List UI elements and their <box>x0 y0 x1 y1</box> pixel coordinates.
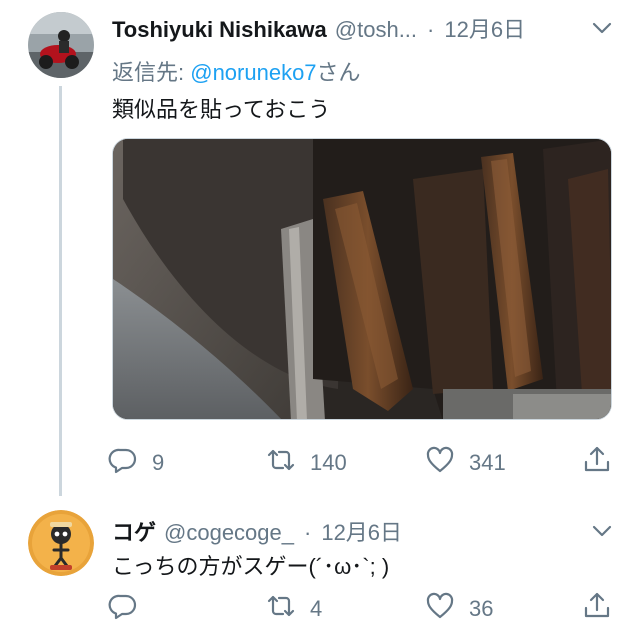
chevron-down-icon[interactable] <box>590 16 614 40</box>
tweet-1[interactable]: Toshiyuki Nishikawa @tosh... · 12月6日 返信先… <box>0 0 640 505</box>
share-icon <box>582 445 612 481</box>
reply-prefix: 返信先: <box>112 60 191 85</box>
retweet-icon <box>266 591 296 627</box>
tweet-date[interactable]: 12月6日 <box>444 12 525 44</box>
user-handle[interactable]: @tosh... <box>335 17 417 43</box>
retweet-icon <box>266 445 296 481</box>
user-handle[interactable]: @cogecoge_ <box>164 520 294 546</box>
reply-button[interactable]: 9 <box>108 446 164 480</box>
avatar-koge[interactable] <box>28 510 94 576</box>
tweet-2-header: コゲ @cogecoge_ · 12月6日 <box>112 515 402 547</box>
reply-icon <box>108 591 138 627</box>
tweet-1-actions: 9 140 341 <box>108 446 618 480</box>
display-name[interactable]: Toshiyuki Nishikawa <box>112 17 327 43</box>
like-icon <box>425 591 455 627</box>
reply-icon <box>108 445 138 481</box>
chevron-down-icon[interactable] <box>590 519 614 543</box>
avatar-toshiyuki[interactable] <box>28 12 94 78</box>
reply-button[interactable] <box>108 592 138 626</box>
retweet-count: 140 <box>310 450 347 475</box>
separator-dot: · <box>304 520 312 545</box>
tweet-photo[interactable] <box>112 138 612 420</box>
tweet-2[interactable]: コゲ @cogecoge_ · 12月6日 こっちの方がスゲー(´･ω･`; )… <box>0 505 640 640</box>
tweet-date[interactable]: 12月6日 <box>321 515 402 547</box>
reply-to-line: 返信先: @noruneko7さん <box>112 55 361 87</box>
tweet-text: こっちの方がスゲー(´･ω･`; ) <box>112 554 390 579</box>
like-button[interactable]: 341 <box>425 446 506 480</box>
like-count: 341 <box>469 450 506 475</box>
share-button[interactable] <box>582 592 612 626</box>
like-icon <box>425 445 455 481</box>
thread-line <box>59 86 62 496</box>
tweet-text: 類似品を貼っておこう <box>112 97 331 122</box>
like-count: 36 <box>469 596 494 621</box>
reply-suffix: さん <box>316 60 361 85</box>
share-icon <box>582 591 612 627</box>
retweet-button[interactable]: 140 <box>266 446 347 480</box>
retweet-count: 4 <box>310 596 323 621</box>
display-name[interactable]: コゲ <box>112 515 156 547</box>
tweet-2-actions: 4 36 <box>108 592 618 626</box>
reply-count: 9 <box>152 450 165 475</box>
like-button[interactable]: 36 <box>425 592 493 626</box>
share-button[interactable] <box>582 446 612 480</box>
reply-mention-link[interactable]: @noruneko7 <box>190 60 316 85</box>
tweet-1-header: Toshiyuki Nishikawa @tosh... · 12月6日 <box>112 12 525 44</box>
retweet-button[interactable]: 4 <box>266 592 322 626</box>
separator-dot: · <box>427 17 435 42</box>
